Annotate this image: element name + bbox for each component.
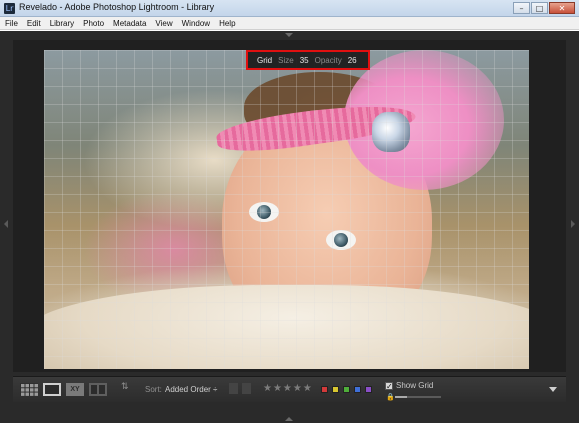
flag-pick-icon[interactable] [229,383,238,394]
color-label-red[interactable] [321,386,328,393]
photo-blanket [44,285,529,369]
flag-reject-icon[interactable] [242,383,251,394]
photo-eye-right [326,230,356,250]
show-grid-checkbox[interactable]: ✓ [385,381,393,390]
window-controls: – □ ✕ [513,2,575,14]
photo-jewel [372,112,410,152]
window-title: Revelado - Adobe Photoshop Lightroom - L… [19,2,215,12]
star-rating[interactable]: ★★★★★ [263,383,313,394]
grid-size-value[interactable]: 35 [300,56,309,65]
lock-icon[interactable]: 🔒 [386,393,395,401]
menu-photo[interactable]: Photo [83,19,104,28]
color-label-green[interactable] [343,386,350,393]
grid-opacity-value[interactable]: 26 [348,56,357,65]
grid-size-slider-fill [395,396,407,398]
menu-file[interactable]: File [5,19,18,28]
flag-controls [229,383,251,394]
photo-preview[interactable] [44,50,529,369]
title-bar: Lr Revelado - Adobe Photoshop Lightroom … [0,0,579,17]
menu-bar: File Edit Library Photo Metadata View Wi… [0,17,579,30]
grid-hud-label: Grid [257,55,273,65]
menu-edit[interactable]: Edit [27,19,41,28]
lightroom-app-icon: Lr [4,3,15,14]
loupe-view-icon[interactable] [43,383,61,396]
compare-view-icon[interactable]: XY [66,383,84,396]
top-panel-toggle-icon[interactable] [285,33,293,37]
photo-eye-left [249,202,279,222]
close-button[interactable]: ✕ [549,2,575,14]
survey-view-icon[interactable] [89,383,107,396]
menu-window[interactable]: Window [182,19,210,28]
loupe-canvas: Grid Size 35 Opacity 26 [13,40,566,372]
maximize-button[interactable]: □ [531,2,548,14]
minimize-button[interactable]: – [513,2,530,14]
menu-metadata[interactable]: Metadata [113,19,146,28]
grid-view-icon[interactable] [20,383,38,396]
menu-view[interactable]: View [155,19,172,28]
toolbar-content-menu-icon[interactable] [549,387,557,392]
show-grid-label: Show Grid [396,381,434,390]
show-grid-control: ✓ Show Grid [385,381,433,390]
library-workspace: Grid Size 35 Opacity 26 XY ⇅ Sort: Added… [0,31,579,423]
grid-size-label[interactable]: Size [278,56,294,65]
right-panel-toggle-icon[interactable] [571,220,575,228]
color-label-yellow[interactable] [332,386,339,393]
left-panel-toggle-icon[interactable] [4,220,8,228]
menu-library[interactable]: Library [50,19,74,28]
menu-help[interactable]: Help [219,19,235,28]
sort-dropdown[interactable]: Added Order ÷ [165,385,217,394]
color-label-blue[interactable] [354,386,361,393]
grid-opacity-label[interactable]: Opacity [315,56,342,65]
grid-overlay-hud: Grid Size 35 Opacity 26 [246,50,370,70]
color-label-purple[interactable] [365,386,372,393]
sort-direction-icon[interactable]: ⇅ [121,382,129,392]
color-label-set [321,386,372,393]
bottom-panel-toggle-icon[interactable] [285,417,293,421]
sort-label: Sort: [145,385,162,394]
library-toolbar: XY ⇅ Sort: Added Order ÷ ★★★★★ ✓ Show Gr… [13,376,566,402]
grid-size-slider[interactable] [395,396,441,398]
